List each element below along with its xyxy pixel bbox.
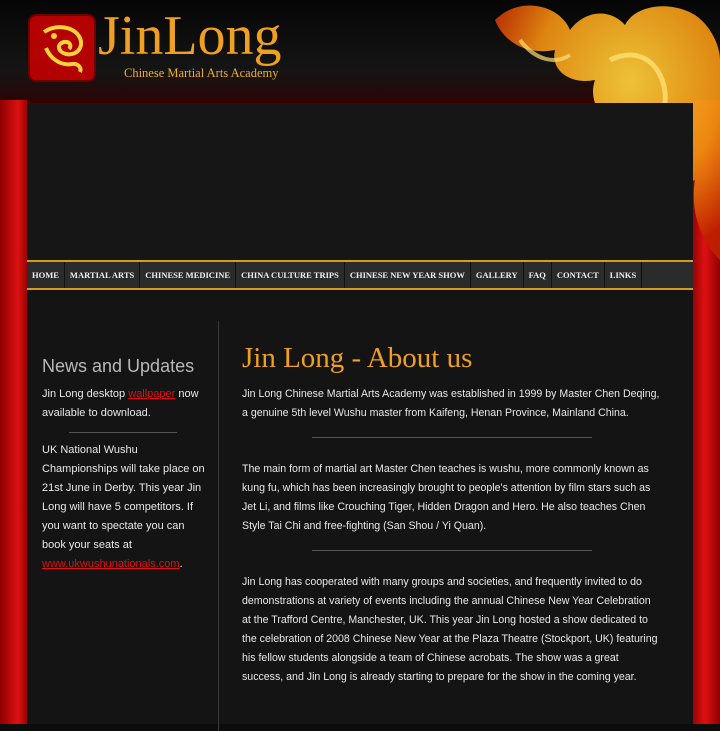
- nav-item-martial-arts[interactable]: MARTIAL ARTS: [65, 262, 141, 288]
- news-text: .: [179, 558, 183, 570]
- news-sidebar: News and Updates Jin Long desktop wallpa…: [42, 323, 207, 574]
- about-paragraph-3: Jin Long has cooperated with many groups…: [242, 576, 658, 683]
- nav-item-faq[interactable]: FAQ: [524, 262, 552, 288]
- nav-item-chinese-medicine[interactable]: CHINESE MEDICINE: [140, 262, 237, 288]
- sidebar-divider: [69, 432, 177, 433]
- ukwushunationals-link[interactable]: www.ukwushunationals.com: [42, 558, 180, 570]
- logo-subtitle: Chinese Martial Arts Academy: [124, 66, 279, 80]
- column-divider: [218, 321, 219, 731]
- nav-item-chinese-new-year-show[interactable]: CHINESE NEW YEAR SHOW: [345, 262, 471, 288]
- news-item-wallpaper: Jin Long desktop wallpaper now available…: [42, 385, 207, 423]
- content-divider: [312, 550, 592, 551]
- logo-title[interactable]: JinLong: [98, 8, 282, 64]
- content-divider: [312, 437, 592, 438]
- wallpaper-link[interactable]: wallpaper: [128, 388, 175, 400]
- dragon-icon: [42, 25, 83, 73]
- news-item-championships: UK National Wushu Championships will tak…: [42, 441, 207, 574]
- nav-item-links[interactable]: LINKS: [605, 262, 643, 288]
- nav-item-contact[interactable]: CONTACT: [552, 262, 605, 288]
- nav-item-home[interactable]: HOME: [27, 262, 65, 288]
- about-paragraph-1: Jin Long Chinese Martial Arts Academy wa…: [242, 388, 660, 419]
- content-area: News and Updates Jin Long desktop wallpa…: [27, 291, 693, 731]
- main-container: HOME MARTIAL ARTS CHINESE MEDICINE CHINA…: [27, 103, 693, 731]
- news-text: Jin Long desktop: [42, 388, 129, 400]
- main-navigation: HOME MARTIAL ARTS CHINESE MEDICINE CHINA…: [27, 262, 693, 290]
- about-paragraph-2: The main form of martial art Master Chen…: [242, 463, 651, 532]
- main-content: Jin Long - About us Jin Long Chinese Mar…: [242, 323, 662, 687]
- banner-area: [27, 103, 693, 262]
- sidebar-title: News and Updates: [42, 356, 195, 376]
- nav-item-gallery[interactable]: GALLERY: [471, 262, 524, 288]
- logo-emblem[interactable]: [28, 14, 96, 82]
- page-title: Jin Long - About us: [242, 342, 473, 374]
- nav-item-china-culture-trips[interactable]: CHINA CULTURE TRIPS: [236, 262, 345, 288]
- news-text: UK National Wushu Championships will tak…: [42, 444, 205, 551]
